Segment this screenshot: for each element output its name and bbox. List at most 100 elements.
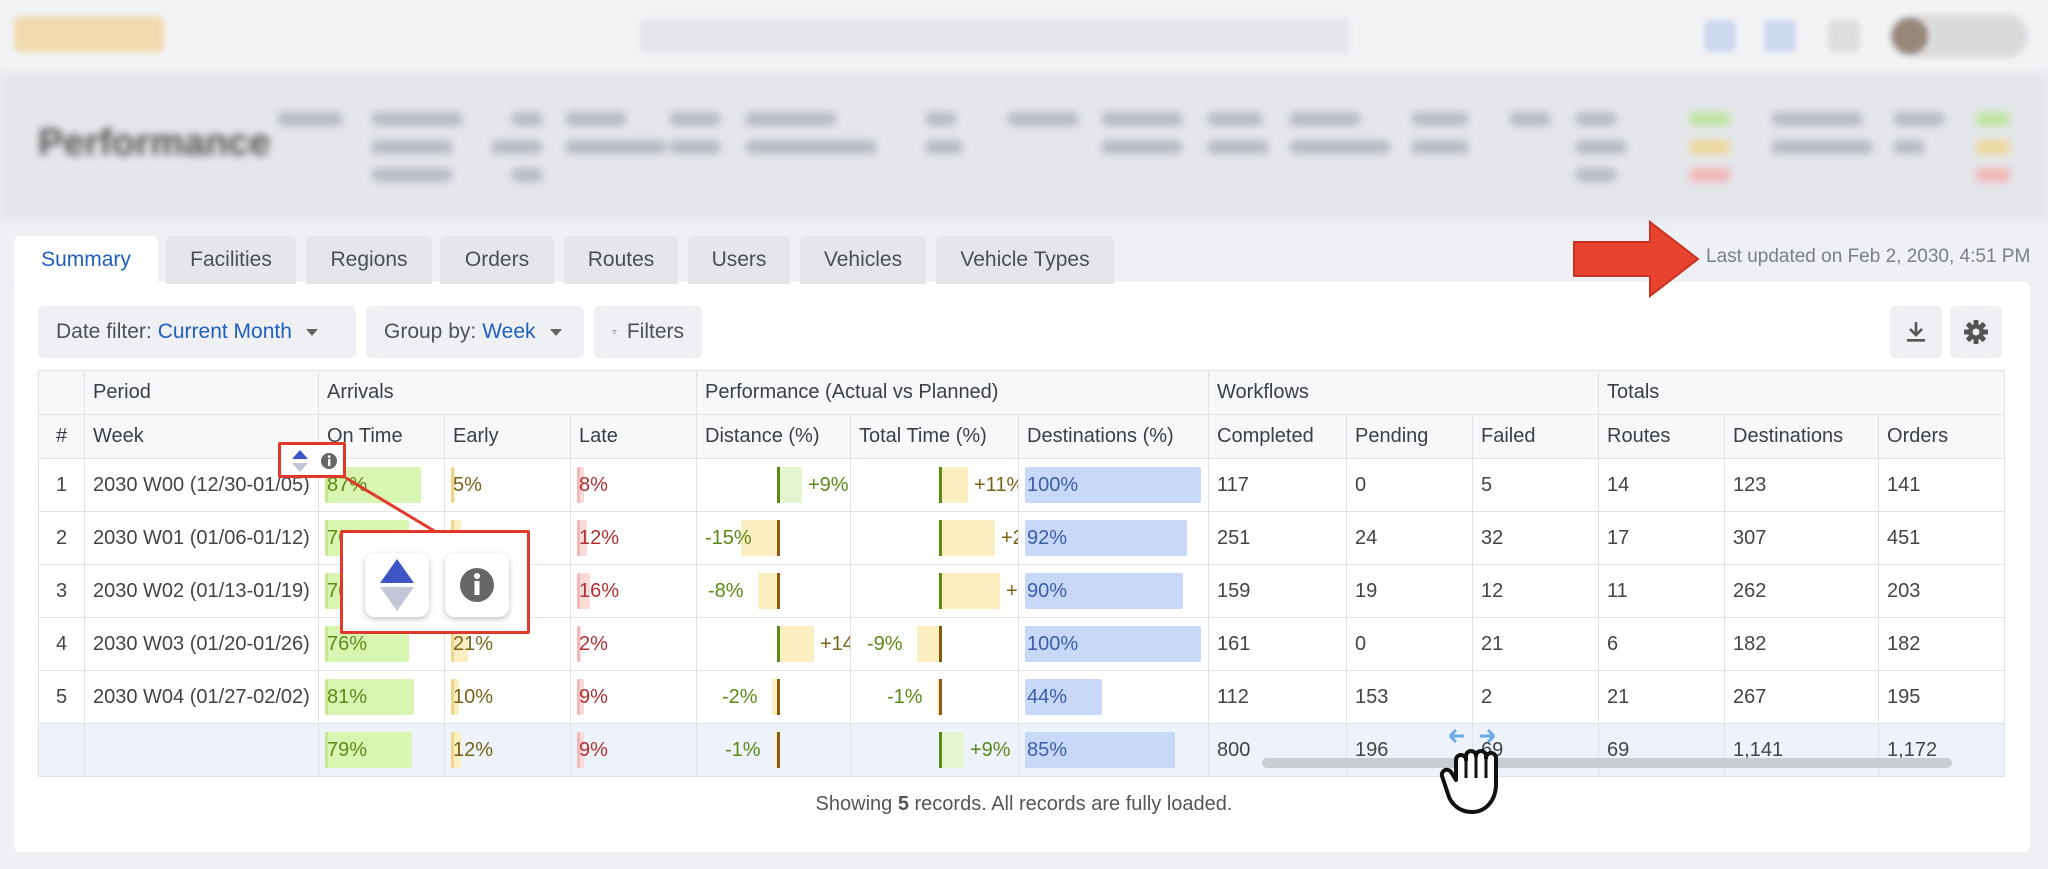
destinations-cell: 1,141	[1724, 723, 1880, 777]
chevron-down-icon	[549, 328, 562, 336]
table-row[interactable]: 32030 W02 (01/13-01/19)76%8%16%-8%+24%90…	[38, 564, 2006, 618]
sort-button[interactable]	[365, 553, 429, 617]
col-header-destinations[interactable]: Destinations	[1724, 414, 1880, 459]
filters-button[interactable]: Filters	[594, 306, 702, 358]
group-totals: Totals	[1598, 370, 2006, 415]
total-time-cell-bar	[942, 520, 995, 556]
destinations-pct-cell: 100%	[1017, 458, 1210, 512]
avatar[interactable]	[1888, 14, 2028, 58]
help-icon[interactable]	[1764, 20, 1796, 52]
pending-cell: 0	[1346, 617, 1474, 671]
col-header-num[interactable]: #	[38, 414, 85, 459]
page-title: Performance	[38, 122, 271, 164]
completed-cell: 112	[1208, 670, 1348, 724]
info-icon[interactable]	[319, 451, 339, 471]
routes-cell: 69	[1598, 723, 1726, 777]
group-by-dropdown[interactable]: Group by: Week	[366, 306, 584, 358]
col-header-failed[interactable]: Failed	[1472, 414, 1600, 459]
tab-vehicles[interactable]: Vehicles	[800, 236, 926, 284]
total-time-cell: -1%	[850, 670, 1019, 724]
horizontal-scrollbar[interactable]	[1262, 758, 1952, 768]
group-workflows: Workflows	[1208, 370, 1600, 415]
orders-cell: 141	[1878, 458, 2006, 512]
late-cell: 2%	[570, 617, 697, 671]
completed-cell: 800	[1208, 723, 1348, 777]
totals-week	[84, 723, 319, 777]
sort-arrows-icon	[380, 559, 414, 611]
search-input[interactable]	[640, 18, 1350, 54]
col-header-routes[interactable]: Routes	[1598, 414, 1726, 459]
zoomed-callout-box	[340, 530, 530, 634]
destinations-cell: 182	[1724, 617, 1880, 671]
col-header-late[interactable]: Late	[570, 414, 697, 459]
row-number: 5	[38, 670, 85, 724]
group-performance: Performance (Actual vs Planned)	[695, 370, 1210, 415]
orders-cell: 182	[1878, 617, 2006, 671]
week-cell: 2030 W01 (01/06-01/12)	[84, 511, 319, 565]
top-navigation-bar	[0, 0, 2048, 72]
total-time-cell: +24%	[850, 564, 1019, 618]
gear-icon	[1964, 320, 1988, 344]
routes-cell: 14	[1598, 458, 1726, 512]
failed-cell: 12	[1472, 564, 1600, 618]
distance-cell-bar	[758, 573, 777, 609]
table-row[interactable]: 22030 W01 (01/06-01/12)76%12%12%-15%+22%…	[38, 511, 2006, 565]
col-header-early[interactable]: Early	[444, 414, 571, 459]
col-header-orders[interactable]: Orders	[1878, 414, 2006, 459]
settings-button[interactable]	[1950, 306, 2002, 358]
tab-orders[interactable]: Orders	[440, 236, 554, 284]
app-logo	[14, 16, 164, 52]
destinations-pct-cell: 90%	[1017, 564, 1210, 618]
distance-cell: +14%	[696, 617, 851, 671]
table-row[interactable]: 5 2030 W04 (01/27-02/02) 81% 10% 9% -2% -1% 44%…	[38, 670, 2006, 724]
failed-cell: 21	[1472, 617, 1600, 671]
col-header-completed[interactable]: Completed	[1208, 414, 1348, 459]
completed-cell: 159	[1208, 564, 1348, 618]
tab-routes[interactable]: Routes	[564, 236, 678, 284]
last-updated-text: Last updated on Feb 2, 2030, 4:51 PM	[1706, 246, 2031, 267]
distance-cell: -8%	[696, 564, 851, 618]
totals-num	[38, 723, 85, 777]
sort-arrows-icon[interactable]	[289, 448, 311, 474]
table-row[interactable]: 42030 W03 (01/20-01/26)76%21%2%+14%-9%10…	[38, 617, 2006, 671]
tab-facilities[interactable]: Facilities	[166, 236, 296, 284]
settings-icon[interactable]	[1828, 20, 1860, 52]
pending-cell: 24	[1346, 511, 1474, 565]
destinations-cell: 123	[1724, 458, 1880, 512]
filter-lines-icon	[612, 330, 617, 334]
performance-summary-bar: Performance	[0, 72, 2048, 222]
tab-users[interactable]: Users	[688, 236, 790, 284]
col-header-destinations-pct[interactable]: Destinations (%)	[1017, 414, 1210, 459]
completed-cell: 251	[1208, 511, 1348, 565]
tab-summary[interactable]: Summary	[14, 236, 158, 284]
failed-cell: 32	[1472, 511, 1600, 565]
on-time-cell: 79%	[318, 723, 445, 777]
total-time-cell-bar	[942, 573, 1000, 609]
distance-cell: +9%	[696, 458, 851, 512]
col-header-pending[interactable]: Pending	[1346, 414, 1474, 459]
destinations-pct-cell: 100%	[1017, 617, 1210, 671]
tab-regions[interactable]: Regions	[306, 236, 432, 284]
row-number: 3	[38, 564, 85, 618]
orders-cell: 195	[1878, 670, 2006, 724]
week-cell: 2030 W03 (01/20-01/26)	[84, 617, 319, 671]
late-cell: 16%	[570, 564, 697, 618]
row-number: 1	[38, 458, 85, 512]
date-filter-dropdown[interactable]: Date filter: Current Month	[38, 306, 356, 358]
total-time-cell: +11%	[850, 458, 1019, 512]
download-button[interactable]	[1890, 306, 1942, 358]
early-cell: 5%	[444, 458, 571, 512]
late-cell: 12%	[570, 511, 697, 565]
col-header-total-time[interactable]: Total Time (%)	[850, 414, 1019, 459]
total-time-cell: +9%	[850, 723, 1019, 777]
tab-vehicle-types[interactable]: Vehicle Types	[936, 236, 1114, 284]
distance-cell: -15%	[696, 511, 851, 565]
row-number: 4	[38, 617, 85, 671]
notification-icon[interactable]	[1704, 20, 1736, 52]
performance-table: Period Arrivals Performance (Actual vs P…	[38, 370, 2006, 777]
info-button[interactable]	[445, 553, 509, 617]
grab-hand-icon	[1439, 728, 1498, 814]
col-header-distance[interactable]: Distance (%)	[696, 414, 851, 459]
header-group-row: Period Arrivals Performance (Actual vs P…	[38, 370, 2006, 415]
distance-cell: -2%	[696, 670, 851, 724]
